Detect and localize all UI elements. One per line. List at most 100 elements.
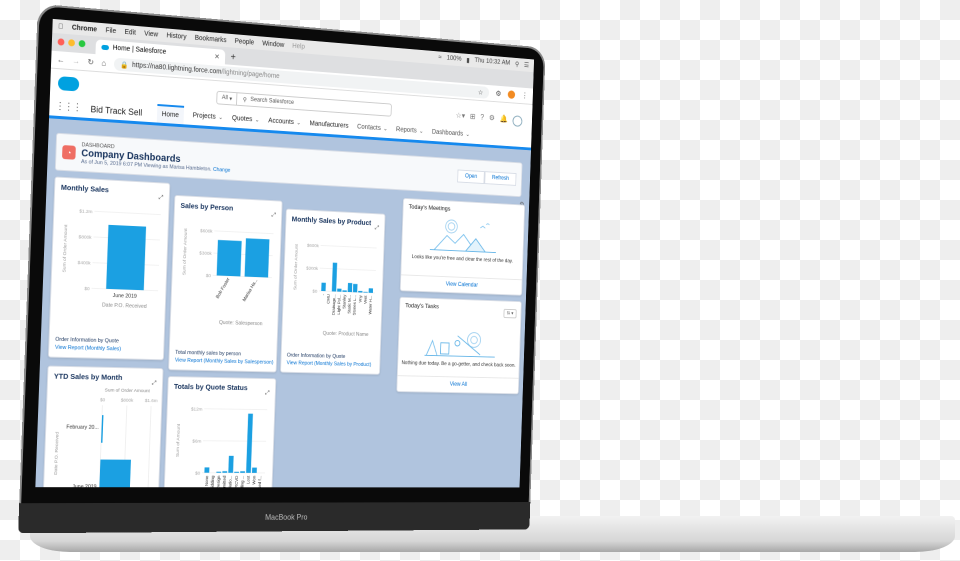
card-footer: Order Information by Quote View Report (… [286, 352, 371, 369]
tasks-filter-dropdown[interactable]: ⇅ ▾ [503, 308, 517, 319]
search-input[interactable]: Search Salesforce [247, 97, 294, 106]
spotlight-icon[interactable]: ⚲ [515, 61, 519, 69]
chrome-menu-icon[interactable]: ⋮ [521, 91, 528, 100]
y-tick-label: $0 [206, 273, 211, 279]
view-report-link[interactable]: View Report (Monthly Sales) [55, 344, 121, 354]
nav-contacts[interactable]: Contacts ⌄ [357, 118, 388, 138]
setup-gear-icon[interactable]: ⚙ [489, 114, 495, 125]
bar [240, 471, 245, 473]
expand-icon[interactable]: ⤢ [375, 225, 379, 232]
nav-label: Manufacturers [309, 120, 349, 130]
menu-people[interactable]: People [235, 38, 255, 46]
close-window-button[interactable] [57, 38, 65, 46]
x-tick-label: Marisa Ha... [242, 278, 259, 303]
expand-icon[interactable]: ⤢ [159, 195, 164, 202]
menu-edit[interactable]: Edit [124, 28, 136, 36]
chevron-down-icon[interactable]: ⌄ [419, 128, 423, 135]
change-viewer-link[interactable]: Change [213, 166, 231, 173]
salesforce-logo [57, 76, 80, 92]
view-report-link[interactable]: View Report (Monthly Sales by Salesperso… [175, 357, 274, 367]
profile-avatar[interactable] [507, 90, 516, 100]
nav-home[interactable]: Home [156, 103, 184, 125]
new-tab-button[interactable]: + [230, 52, 236, 63]
x-tick-label: CMU [326, 294, 331, 304]
forward-icon[interactable]: → [72, 56, 80, 65]
refresh-button[interactable]: Refresh [484, 171, 517, 186]
x-tick-label: Static M... [347, 295, 352, 314]
tab-title: Home | Salesforce [112, 44, 167, 56]
nav-manufacturers[interactable]: Manufacturers [309, 115, 348, 136]
open-button[interactable]: Open [457, 169, 485, 185]
menu-window[interactable]: Window [262, 40, 284, 49]
bar [106, 224, 147, 291]
bar [342, 290, 347, 292]
nav-label: Accounts [268, 117, 294, 126]
x-tick-label: Bidding [210, 475, 215, 487]
chevron-down-icon[interactable]: ⌄ [465, 131, 469, 138]
bar [234, 471, 240, 473]
help-icon[interactable]: ? [480, 113, 484, 124]
x-tick-label: Lost [246, 475, 251, 484]
lock-icon: 🔒 [120, 61, 129, 70]
y-tick-label: $0 [84, 286, 90, 292]
chevron-down-icon[interactable]: ⌄ [218, 114, 223, 121]
home-icon[interactable]: ⌂ [101, 59, 106, 68]
expand-icon[interactable]: ⤢ [152, 381, 157, 388]
search-scope-label: All [221, 95, 228, 102]
x-axis-label: Sum of Order Amount [105, 387, 151, 394]
bar [246, 413, 253, 473]
battery-icon[interactable]: ▮ [466, 57, 469, 64]
expand-icon[interactable]: ⤢ [272, 213, 276, 220]
menu-history[interactable]: History [166, 32, 186, 40]
monthly-sales-by-product-chart: Sum of Order Amount $0 $300k $600k - CMU Drain… [293, 243, 380, 338]
nav-quotes[interactable]: Quotes ⌄ [232, 109, 260, 129]
menu-chrome[interactable]: Chrome [72, 24, 97, 33]
minimize-window-button[interactable] [68, 39, 76, 47]
back-icon[interactable]: ← [57, 55, 65, 65]
menu-view[interactable]: View [144, 30, 158, 38]
chevron-down-icon[interactable]: ⌄ [255, 117, 260, 124]
maximize-window-button[interactable] [78, 39, 86, 48]
x-axis-label: Quote: Product Name [323, 331, 369, 338]
y-tick-label: $12m [191, 407, 203, 413]
sales-by-person-chart: Sum of Order Amount $0 $300k $600k Bob Foste… [182, 228, 278, 327]
apple-icon[interactable]:  [58, 23, 63, 30]
chevron-down-icon[interactable]: ⌄ [296, 120, 301, 126]
bar [228, 455, 234, 473]
y-tick-label: $300k [199, 250, 212, 256]
bookmark-star-icon[interactable]: ☆ [478, 88, 483, 96]
close-tab-icon[interactable]: ✕ [214, 52, 220, 60]
notification-center-icon[interactable]: ☰ [524, 61, 529, 69]
wifi-icon[interactable]: ≈ [438, 54, 441, 62]
card-title: Totals by Quote Status [173, 381, 248, 393]
bar [204, 467, 210, 473]
nav-reports[interactable]: Reports ⌄ [396, 121, 424, 141]
user-avatar[interactable] [512, 115, 523, 127]
monthly-sales-chart: Sum of Order Amount $0 $400k $800k $1.2m June… [62, 209, 165, 310]
chevron-down-icon[interactable]: ⌄ [383, 126, 388, 132]
global-actions-icon[interactable]: ⊞ [470, 112, 476, 123]
favorites-icon[interactable]: ☆▾ [456, 111, 466, 123]
x-tick-label: Bob Foster [215, 277, 232, 300]
dashboard-grid: Monthly Sales ⤢ Sum of Order Amount $0 $40… [42, 174, 393, 488]
expand-icon[interactable]: ⤢ [265, 390, 269, 397]
view-all-tasks-link[interactable]: View All [397, 375, 519, 394]
extension-icon[interactable]: ⚙ [495, 89, 501, 98]
reload-icon[interactable]: ↻ [87, 57, 94, 66]
app-launcher-icon[interactable]: ⋮⋮⋮ [55, 101, 81, 114]
nav-dashboards[interactable]: Dashboards ⌄ [431, 123, 470, 143]
search-scope-select[interactable]: All ▾ [217, 91, 238, 105]
ytd-sales-by-month-chart: Sum of Order Amount $0 $800k $1.6m Date P.O.… [53, 387, 158, 488]
menu-help[interactable]: Help [292, 42, 305, 50]
notifications-bell-icon[interactable]: 🔔 [499, 114, 508, 126]
y-tick-label: $0 [195, 471, 201, 477]
view-report-link[interactable]: View Report (Monthly Sales by Product) [286, 359, 371, 369]
nav-accounts[interactable]: Accounts ⌄ [268, 112, 301, 132]
card-ytd-sales-by-month: YTD Sales by Month ⤢ Sum of Order Amount… [42, 365, 164, 488]
clock[interactable]: Thu 10:32 AM [474, 57, 510, 67]
menu-bookmarks[interactable]: Bookmarks [195, 34, 227, 43]
nav-projects[interactable]: Projects ⌄ [192, 106, 223, 126]
menu-file[interactable]: File [105, 27, 116, 35]
header-utilities: ☆▾ ⊞ ? ⚙ 🔔 [456, 111, 523, 127]
view-calendar-link[interactable]: View Calendar [400, 274, 522, 295]
